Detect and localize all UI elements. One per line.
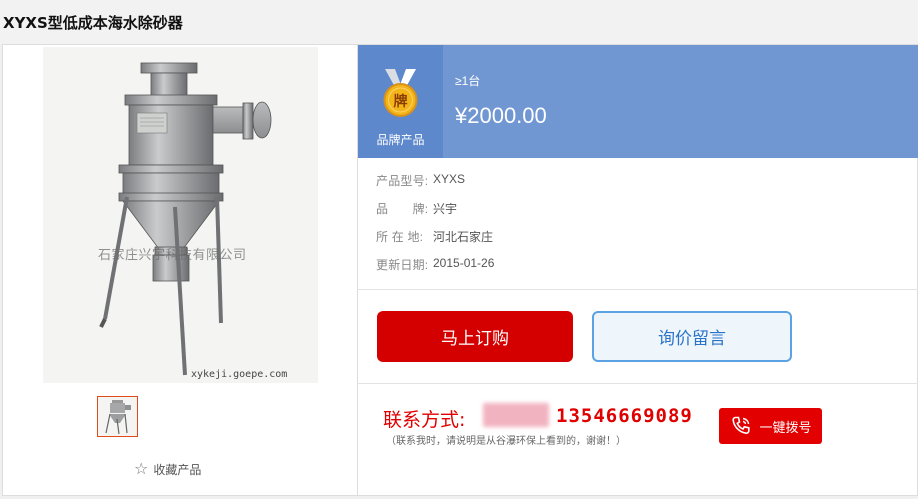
image-watermark: 石家庄兴宇科技有限公司 — [98, 247, 247, 262]
contact-note: （联系我时，请说明是从谷瀑环保上看到的，谢谢！） — [386, 436, 626, 447]
detail-value: 2015-01-26 — [433, 256, 495, 270]
page-header: XYXS型低成本海水除砂器 — [0, 0, 918, 44]
contact-phone: 13546669089 — [556, 405, 693, 427]
detail-value: 河北石家庄 — [433, 230, 494, 244]
medal-char: 牌 — [393, 93, 408, 109]
detail-row-updated: 更新日期: 2015-01-26 — [376, 256, 494, 284]
thumbnail-image — [105, 400, 131, 435]
product-details: 产品型号: XYXS 品 牌: 兴宇 所 在 地: 河北石家庄 更新日期: 20… — [376, 172, 494, 284]
detail-key: 品 牌: — [376, 202, 429, 216]
detail-row-brand: 品 牌: 兴宇 — [376, 200, 494, 228]
divider — [358, 289, 918, 290]
brand-badge: 牌 品牌产品 — [358, 45, 443, 158]
one-click-call-label: 一键拨号 — [759, 419, 812, 435]
star-icon: ☆ — [134, 460, 149, 478]
unit-price: ¥2000.00 — [455, 103, 547, 128]
brand-badge-label: 品牌产品 — [376, 133, 425, 147]
minimum-order-quantity: ≥1台 — [455, 74, 481, 88]
product-thumbnail[interactable] — [97, 396, 138, 437]
detail-value: 兴宇 — [433, 202, 458, 216]
one-click-call-button[interactable]: 一键拨号 — [719, 408, 822, 444]
inquiry-button[interactable]: 询价留言 — [592, 311, 792, 362]
product-main-image[interactable]: 石家庄兴宇科技有限公司 xykeji.goepe.com — [43, 47, 318, 383]
page-title: XYXS型低成本海水除砂器 — [3, 14, 183, 32]
detail-value: XYXS — [433, 172, 466, 186]
favorite-product-button[interactable]: ☆ 收藏产品 — [134, 461, 201, 478]
site-watermark: xykeji.goepe.com — [191, 369, 288, 380]
product-gallery: 石家庄兴宇科技有限公司 xykeji.goepe.com ☆ 收藏产品 — [3, 45, 358, 495]
detail-key: 所 在 地: — [376, 230, 424, 244]
product-card: 石家庄兴宇科技有限公司 xykeji.goepe.com ☆ 收藏产品 牌 品牌… — [2, 44, 918, 496]
divider — [358, 383, 918, 384]
detail-row-model: 产品型号: XYXS — [376, 172, 494, 200]
detail-key: 更新日期: — [376, 258, 429, 272]
detail-key: 产品型号: — [376, 174, 429, 188]
desander-illustration — [99, 62, 272, 376]
contact-label: 联系方式: — [383, 409, 466, 431]
contact-name-blurred — [483, 403, 549, 427]
price-panel: 牌 品牌产品 ≥1台 ¥2000.00 — [358, 45, 918, 158]
favorite-label: 收藏产品 — [153, 463, 202, 477]
medal-icon — [383, 69, 418, 117]
phone-icon — [732, 416, 751, 435]
order-now-button[interactable]: 马上订购 — [377, 311, 573, 362]
detail-row-location: 所 在 地: 河北石家庄 — [376, 228, 494, 256]
